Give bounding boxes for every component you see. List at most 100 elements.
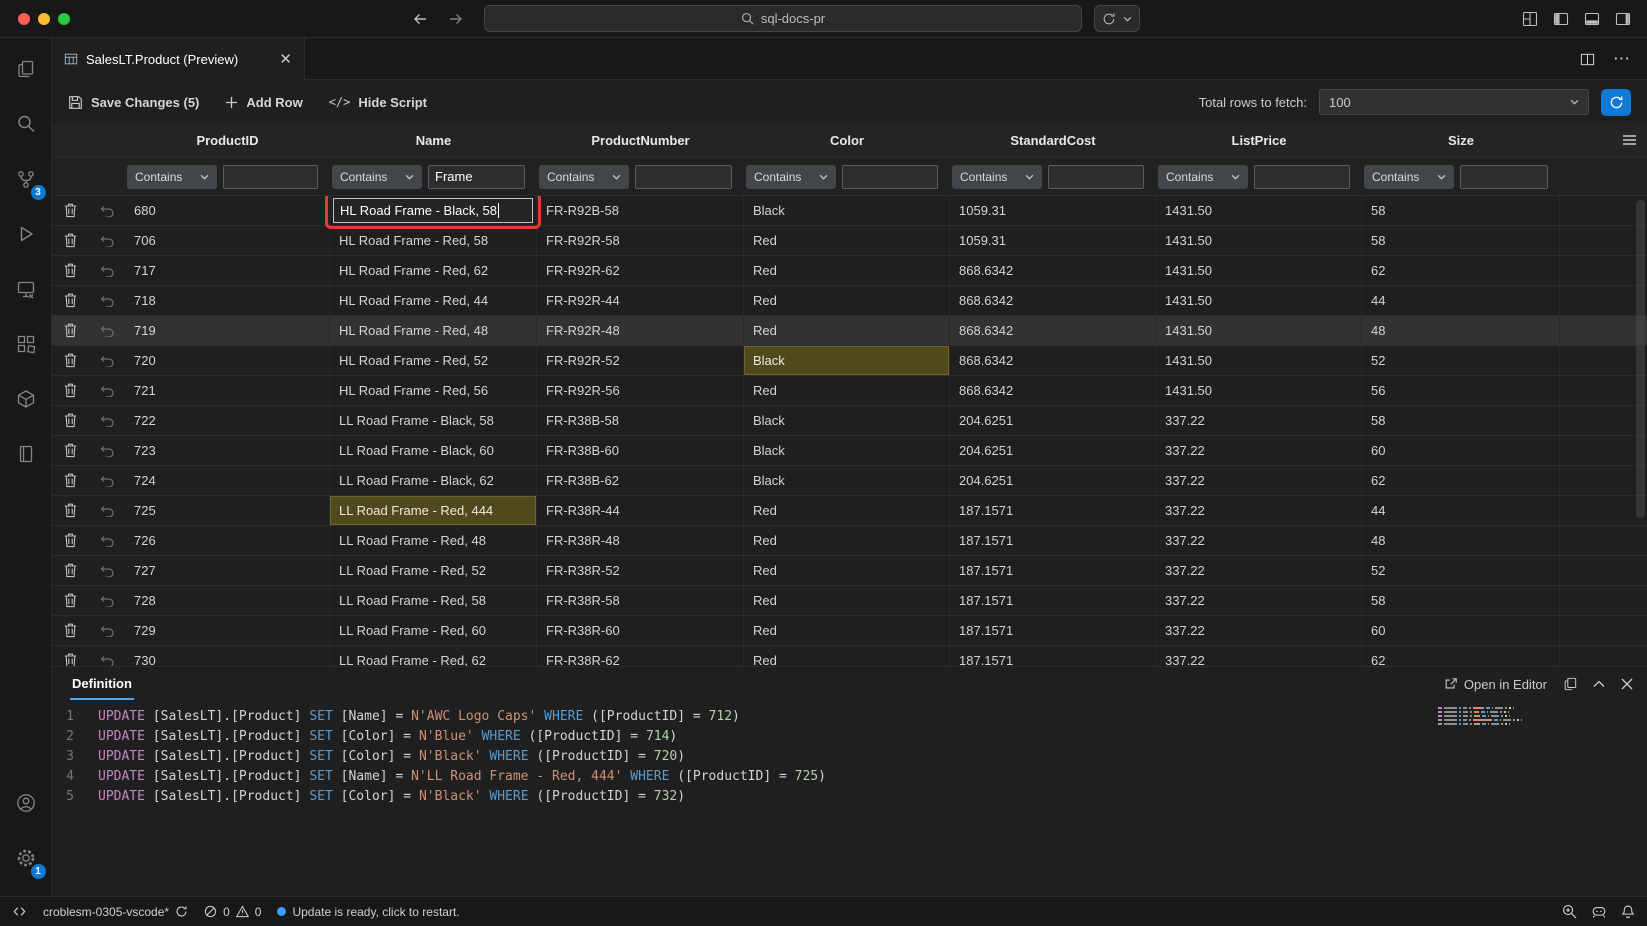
split-editor-icon[interactable] xyxy=(1580,52,1595,67)
cell-productid[interactable]: 723 xyxy=(125,436,330,465)
cell-name[interactable]: LL Road Frame - Red, 444 xyxy=(330,496,537,525)
cell-productnumber[interactable]: FR-R38R-44 xyxy=(537,496,744,525)
cell-productid[interactable]: 680 xyxy=(125,196,330,225)
sidebar-item-notebooks[interactable] xyxy=(2,431,50,477)
cell-listprice[interactable]: 337.22 xyxy=(1156,406,1362,435)
cell-color[interactable]: Black xyxy=(744,196,950,225)
update-ready-status[interactable]: Update is ready, click to restart. xyxy=(277,905,459,919)
cell-listprice[interactable]: 337.22 xyxy=(1156,586,1362,615)
cell-standardcost[interactable]: 868.6342 xyxy=(950,346,1156,375)
cell-size[interactable]: 58 xyxy=(1362,586,1560,615)
column-header-name[interactable]: Name xyxy=(330,124,537,157)
hide-script-button[interactable]: </> Hide Script xyxy=(329,95,427,110)
cell-standardcost[interactable]: 868.6342 xyxy=(950,376,1156,405)
copy-icon[interactable] xyxy=(1563,677,1577,691)
delete-row-button[interactable] xyxy=(52,226,89,255)
delete-row-button[interactable] xyxy=(52,316,89,345)
cell-name[interactable]: LL Road Frame - Red, 52 xyxy=(330,556,537,585)
sql-line[interactable]: 5UPDATE [SalesLT].[Product] SET [Color] … xyxy=(52,786,1647,806)
cell-listprice[interactable]: 1431.50 xyxy=(1156,256,1362,285)
cell-productnumber[interactable]: FR-R38B-62 xyxy=(537,466,744,495)
minimap[interactable] xyxy=(1438,707,1583,727)
cell-color[interactable]: Red xyxy=(744,286,950,315)
toggle-panel-icon[interactable] xyxy=(1584,11,1600,27)
cell-listprice[interactable]: 1431.50 xyxy=(1156,286,1362,315)
cell-standardcost[interactable]: 204.6251 xyxy=(950,406,1156,435)
cell-productnumber[interactable]: FR-R92R-62 xyxy=(537,256,744,285)
delete-row-button[interactable] xyxy=(52,646,89,666)
delete-row-button[interactable] xyxy=(52,256,89,285)
cell-productid[interactable]: 726 xyxy=(125,526,330,555)
delete-row-button[interactable] xyxy=(52,436,89,465)
cell-listprice[interactable]: 337.22 xyxy=(1156,526,1362,555)
cell-standardcost[interactable]: 1059.31 xyxy=(950,226,1156,255)
back-button[interactable] xyxy=(412,11,428,27)
cell-listprice[interactable]: 1431.50 xyxy=(1156,376,1362,405)
close-panel-icon[interactable] xyxy=(1621,678,1633,690)
cell-size[interactable]: 62 xyxy=(1362,256,1560,285)
forward-button[interactable] xyxy=(448,11,464,27)
sidebar-item-database-projects[interactable] xyxy=(2,376,50,422)
delete-row-button[interactable] xyxy=(52,526,89,555)
cell-color[interactable]: Red xyxy=(744,226,950,255)
open-in-editor-button[interactable]: Open in Editor xyxy=(1444,677,1547,692)
cell-productid[interactable]: 722 xyxy=(125,406,330,435)
undo-row-button[interactable] xyxy=(89,496,125,525)
sql-line[interactable]: 3UPDATE [SalesLT].[Product] SET [Color] … xyxy=(52,746,1647,766)
cell-name[interactable]: HL Road Frame - Red, 44 xyxy=(330,286,537,315)
bell-icon[interactable] xyxy=(1621,904,1635,919)
filter-input-listprice[interactable] xyxy=(1254,165,1350,189)
table-row[interactable]: 724LL Road Frame - Black, 62FR-R38B-62Bl… xyxy=(52,466,1647,496)
close-tab-icon[interactable]: ✕ xyxy=(279,52,292,67)
close-window-button[interactable] xyxy=(18,13,30,25)
cell-productid[interactable]: 706 xyxy=(125,226,330,255)
undo-row-button[interactable] xyxy=(89,406,125,435)
cell-productnumber[interactable]: FR-R38R-62 xyxy=(537,646,744,666)
cell-standardcost[interactable]: 187.1571 xyxy=(950,616,1156,645)
cell-listprice[interactable]: 337.22 xyxy=(1156,616,1362,645)
cell-productid[interactable]: 730 xyxy=(125,646,330,666)
copilot-icon[interactable] xyxy=(1591,905,1607,919)
delete-row-button[interactable] xyxy=(52,556,89,585)
cell-standardcost[interactable]: 187.1571 xyxy=(950,496,1156,525)
total-rows-select[interactable]: 100 xyxy=(1319,89,1589,115)
cell-standardcost[interactable]: 204.6251 xyxy=(950,436,1156,465)
cell-size[interactable]: 60 xyxy=(1362,616,1560,645)
filter-operator-productid[interactable]: Contains xyxy=(127,165,217,189)
table-row[interactable]: 719HL Road Frame - Red, 48FR-R92R-48Red8… xyxy=(52,316,1647,346)
cell-productid[interactable]: 727 xyxy=(125,556,330,585)
delete-row-button[interactable] xyxy=(52,496,89,525)
undo-row-button[interactable] xyxy=(89,316,125,345)
sql-line[interactable]: 4UPDATE [SalesLT].[Product] SET [Name] =… xyxy=(52,766,1647,786)
cell-size[interactable]: 58 xyxy=(1362,196,1560,225)
sync-dropdown-button[interactable] xyxy=(1094,5,1140,32)
table-row[interactable]: 722LL Road Frame - Black, 58FR-R38B-58Bl… xyxy=(52,406,1647,436)
filter-input-productnumber[interactable] xyxy=(635,165,732,189)
filter-operator-listprice[interactable]: Contains xyxy=(1158,165,1248,189)
table-row[interactable]: 728LL Road Frame - Red, 58FR-R38R-58Red1… xyxy=(52,586,1647,616)
cell-name[interactable]: HL Road Frame - Red, 62 xyxy=(330,256,537,285)
cell-size[interactable]: 62 xyxy=(1362,466,1560,495)
cell-size[interactable]: 48 xyxy=(1362,316,1560,345)
refresh-button[interactable] xyxy=(1601,89,1631,116)
column-header-size[interactable]: Size xyxy=(1362,124,1560,157)
cell-listprice[interactable]: 337.22 xyxy=(1156,436,1362,465)
cell-color[interactable]: Red xyxy=(744,256,950,285)
cell-listprice[interactable]: 337.22 xyxy=(1156,496,1362,525)
table-row[interactable]: 721HL Road Frame - Red, 56FR-R92R-56Red8… xyxy=(52,376,1647,406)
table-row[interactable]: 726LL Road Frame - Red, 48FR-R38R-48Red1… xyxy=(52,526,1647,556)
cell-name[interactable]: LL Road Frame - Black, 62 xyxy=(330,466,537,495)
add-row-button[interactable]: Add Row xyxy=(225,95,302,110)
tab-saleslt-product-preview[interactable]: SalesLT.Product (Preview) ✕ xyxy=(52,38,305,80)
cell-name[interactable]: LL Road Frame - Black, 58 xyxy=(330,406,537,435)
cell-color[interactable]: Red xyxy=(744,526,950,555)
cell-productid[interactable]: 724 xyxy=(125,466,330,495)
cell-productid[interactable]: 729 xyxy=(125,616,330,645)
delete-row-button[interactable] xyxy=(52,196,89,225)
cell-productnumber[interactable]: FR-R38B-60 xyxy=(537,436,744,465)
delete-row-button[interactable] xyxy=(52,376,89,405)
filter-operator-productnumber[interactable]: Contains xyxy=(539,165,629,189)
cell-color[interactable]: Black xyxy=(744,406,950,435)
sql-line[interactable]: 2UPDATE [SalesLT].[Product] SET [Color] … xyxy=(52,726,1647,746)
undo-row-button[interactable] xyxy=(89,466,125,495)
